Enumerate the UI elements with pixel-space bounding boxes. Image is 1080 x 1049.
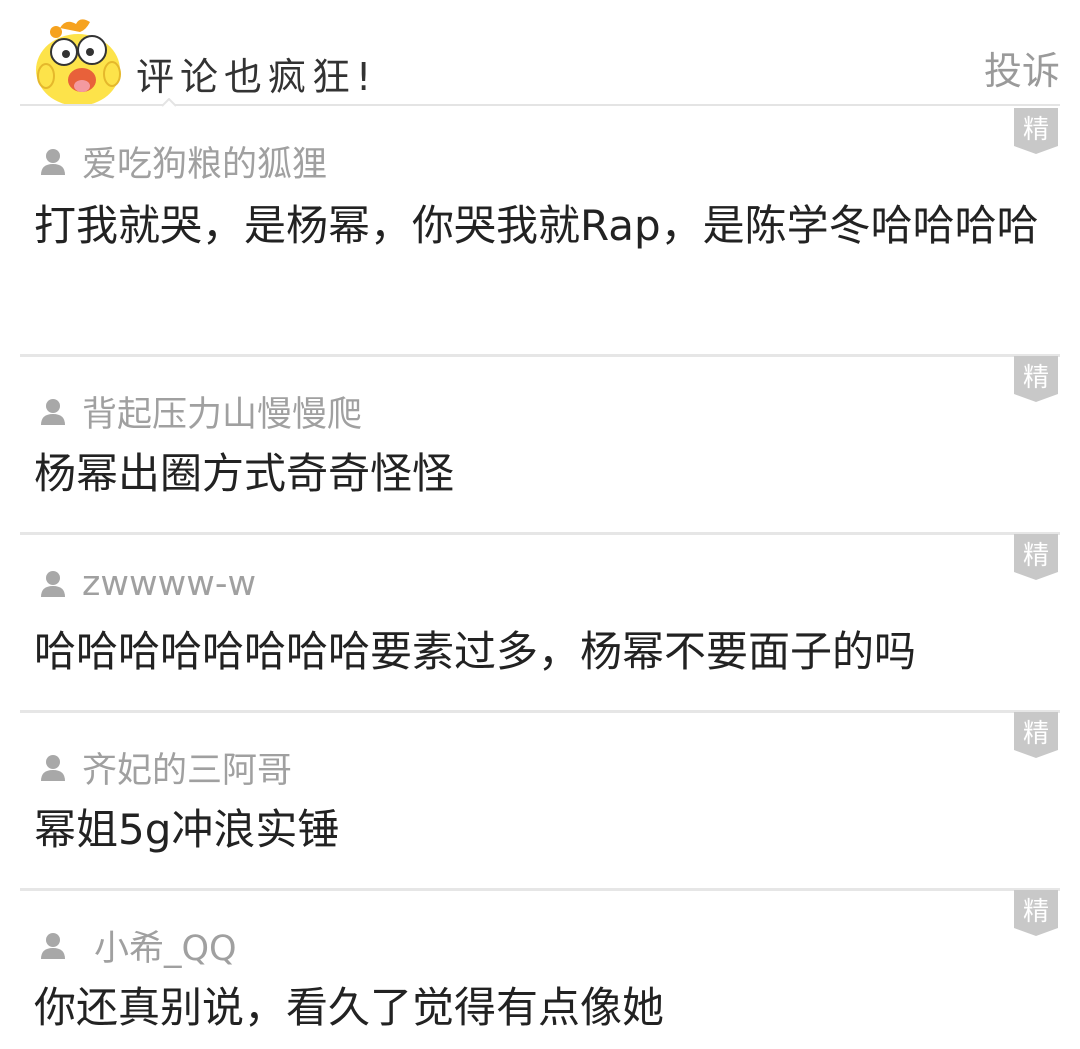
comment-author[interactable]: 齐妃的三阿哥	[38, 742, 292, 793]
comment-author[interactable]: 爱吃狗粮的狐狸	[38, 136, 327, 187]
report-button[interactable]: 投诉	[984, 40, 1060, 95]
comment-author[interactable]: 背起压力山慢慢爬	[38, 386, 362, 437]
featured-badge-label: 精	[1023, 719, 1049, 749]
comment-author[interactable]: 小希_QQ	[38, 920, 237, 971]
featured-badge: 精	[1014, 890, 1058, 936]
comment-divider	[20, 888, 1060, 891]
comment-text: 你还真别说，看久了觉得有点像她	[34, 983, 665, 1032]
comment-text: 打我就哭，是杨幂，你哭我就Rap，是陈学冬哈哈哈哈	[34, 201, 1039, 250]
user-icon	[41, 932, 65, 959]
comment-text: 哈哈哈哈哈哈哈哈要素过多，杨幂不要面子的吗	[34, 627, 917, 676]
mascot-chick-icon	[36, 19, 121, 106]
comment-divider	[20, 354, 1060, 357]
user-icon	[41, 754, 65, 781]
comment-item[interactable]: 精 小希_QQ 你还真别说，看久了觉得有点像她	[20, 888, 1060, 1049]
user-icon	[41, 398, 65, 425]
comment-item[interactable]: 精 背起压力山慢慢爬 杨幂出圈方式奇奇怪怪	[20, 354, 1060, 534]
user-icon	[41, 571, 65, 597]
comment-text: 杨幂出圈方式奇奇怪怪	[34, 449, 455, 498]
comments-header: 评论也疯狂! 投诉	[0, 0, 1080, 107]
featured-badge: 精	[1014, 356, 1058, 402]
featured-badge: 精	[1014, 712, 1058, 758]
comment-author[interactable]: zwwww-w	[38, 564, 256, 604]
user-icon	[41, 148, 65, 175]
comment-divider	[20, 710, 1060, 713]
featured-badge: 精	[1014, 534, 1058, 580]
header-title: 评论也疯狂!	[136, 55, 378, 99]
comment-text: 幂姐5g冲浪实锤	[34, 805, 340, 854]
comment-item[interactable]: 精 zwwww-w 哈哈哈哈哈哈哈哈要素过多，杨幂不要面子的吗	[20, 532, 1060, 712]
comment-divider	[20, 532, 1060, 535]
username: 爱吃狗粮的狐狸	[82, 145, 328, 185]
featured-badge-label: 精	[1023, 541, 1049, 571]
username: zwwww-w	[82, 564, 257, 604]
username: 背起压力山慢慢爬	[82, 395, 363, 435]
featured-badge-label: 精	[1023, 363, 1049, 393]
username: 小希_QQ	[94, 929, 237, 969]
featured-badge: 精	[1014, 108, 1058, 154]
featured-badge-label: 精	[1023, 897, 1049, 927]
featured-badge-label: 精	[1023, 115, 1049, 145]
comment-item[interactable]: 精 爱吃狗粮的狐狸 打我就哭，是杨幂，你哭我就Rap，是陈学冬哈哈哈哈	[20, 106, 1060, 356]
comment-item[interactable]: 精 齐妃的三阿哥 幂姐5g冲浪实锤	[20, 710, 1060, 890]
username: 齐妃的三阿哥	[82, 751, 293, 791]
